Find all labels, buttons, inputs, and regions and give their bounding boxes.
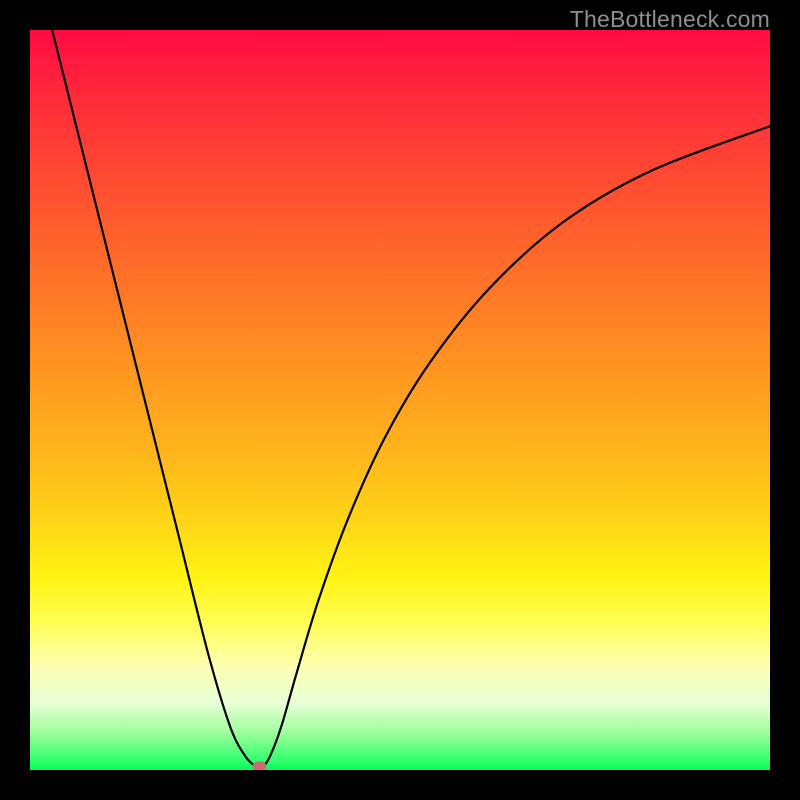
bottleneck-curve [52, 30, 770, 768]
chart-frame: TheBottleneck.com [0, 0, 800, 800]
plot-area [30, 30, 770, 770]
watermark-label: TheBottleneck.com [570, 6, 770, 33]
curve-svg [30, 30, 770, 770]
optimum-marker [252, 761, 266, 770]
